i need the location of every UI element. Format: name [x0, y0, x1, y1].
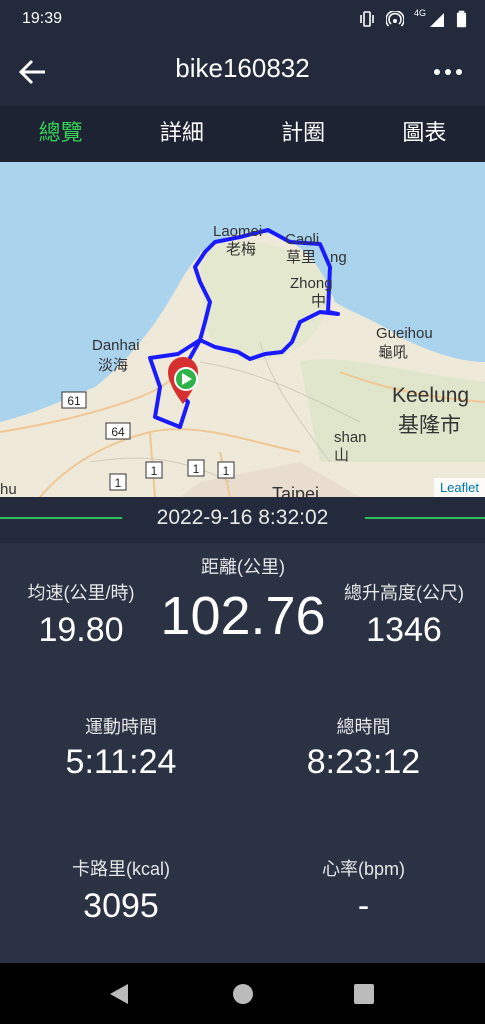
road-shield-1d: 1 — [115, 476, 122, 490]
heart-rate-value: - — [357, 887, 370, 925]
road-shield-61: 61 — [67, 394, 81, 408]
map-label-taipei: Taipei — [272, 484, 319, 497]
elevation-value: 1346 — [366, 611, 442, 649]
page-title: bike160832 — [175, 53, 310, 83]
map-label-keelung-zh: 基隆市 — [398, 414, 461, 437]
tab-details[interactable]: 詳細 — [121, 106, 242, 162]
system-nav-bar — [0, 963, 485, 1024]
more-options-icon[interactable] — [433, 62, 463, 82]
nav-home-icon[interactable] — [232, 983, 254, 1005]
map-label-laomei-zh: 老梅 — [226, 241, 256, 258]
map-label-danhai-en: Danhai — [92, 337, 140, 354]
status-bar: 19:39 4G — [0, 0, 485, 40]
tab-bar: 總覽 詳細 計圈 圖表 — [0, 106, 485, 162]
network-type-label: 4G — [413, 8, 426, 18]
tab-charts[interactable]: 圖表 — [364, 106, 485, 162]
battery-icon — [456, 10, 467, 28]
map-label-hu: hu — [0, 481, 17, 497]
elevation-label: 總升高度(公尺) — [344, 583, 464, 603]
map-label-shan-zh: 山 — [334, 447, 349, 464]
calories-label: 卡路里(kcal) — [72, 859, 170, 879]
map-label-ng: ng — [330, 249, 347, 266]
map-label-danhai-zh: 淡海 — [98, 357, 128, 374]
vibrate-icon — [360, 11, 374, 27]
distance-value: 102.76 — [160, 586, 326, 646]
road-shield-1b: 1 — [193, 462, 200, 476]
map-label-guihou-en: Gueihou — [376, 325, 433, 342]
status-time: 19:39 — [22, 10, 63, 27]
map-label-caoli-zh: 草里 — [286, 249, 316, 266]
moving-time-value: 5:11:24 — [65, 743, 177, 781]
map-label-shan: shan — [334, 429, 367, 446]
total-time-label: 總時間 — [336, 717, 391, 737]
hotspot-icon — [385, 11, 404, 27]
leaflet-attribution-link[interactable]: Leaflet — [433, 478, 485, 497]
total-time-value: 8:23:12 — [306, 743, 421, 781]
tab-overview[interactable]: 總覽 — [0, 106, 121, 162]
activity-date: 2022-9-16 8:32:02 — [156, 506, 329, 529]
road-shield-1a: 1 — [151, 464, 158, 478]
heart-rate-label: 心率(bpm) — [321, 859, 405, 879]
calories-value: 3095 — [83, 887, 159, 925]
status-icons: 4G — [358, 8, 467, 28]
tab-laps[interactable]: 計圈 — [243, 106, 364, 162]
map-label-zhong-en: Zhong — [290, 275, 333, 292]
map-label-guihou-zh: 龜吼 — [378, 344, 408, 361]
road-shield-1c: 1 — [223, 464, 230, 478]
road-shield-64: 64 — [111, 425, 125, 439]
moving-time-label: 運動時間 — [85, 717, 157, 737]
signal-icon — [430, 13, 444, 27]
nav-recents-icon[interactable] — [353, 983, 375, 1005]
stats-panel: 均速(公里/時) 19.80 距離(公里) 102.76 總升高度(公尺) 13… — [0, 543, 485, 963]
distance-label: 距離(公里) — [201, 557, 285, 577]
map-label-zhong-zh: 中 — [311, 293, 326, 310]
map-canvas[interactable]: Laomei 老梅 Caoli 草里 ng Zhong 中 Gueihou 龜吼… — [0, 162, 485, 497]
nav-back-icon[interactable] — [108, 983, 130, 1005]
map-label-keelung-en: Keelung — [392, 384, 469, 407]
avg-speed-value: 19.80 — [38, 611, 124, 649]
map-label-laomei-en: Laomei — [213, 223, 262, 240]
route-map[interactable]: Laomei 老梅 Caoli 草里 ng Zhong 中 Gueihou 龜吼… — [0, 162, 485, 497]
app-bar: bike160832 — [0, 40, 485, 106]
map-label-caoli-en: Caoli — [285, 231, 319, 248]
avg-speed-label: 均速(公里/時) — [27, 583, 135, 603]
date-bar: 2022-9-16 8:32:02 — [0, 497, 485, 543]
